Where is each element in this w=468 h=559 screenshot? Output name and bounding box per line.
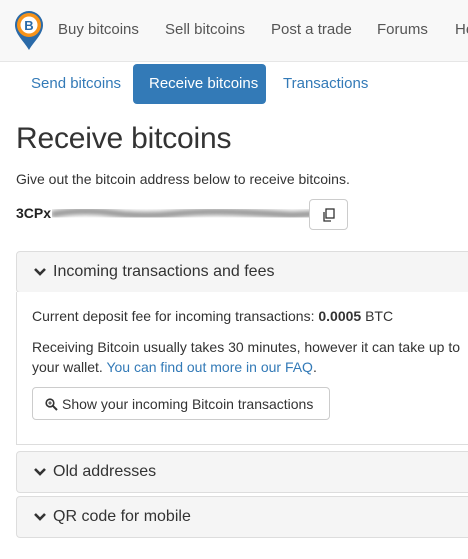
nav-buy-bitcoins[interactable]: Buy bitcoins [58,21,139,38]
copy-icon [323,208,335,222]
panel-old-addresses[interactable]: Old addresses [16,451,468,493]
chevron-down-icon [34,513,46,521]
panel-incoming-transactions[interactable]: Incoming transactions and fees [16,251,468,293]
chevron-down-icon [34,268,46,276]
tab-receive-bitcoins[interactable]: Receive bitcoins [133,64,266,104]
page-title: Receive bitcoins [16,122,232,155]
page-subtitle: Give out the bitcoin address below to re… [16,171,350,187]
tab-transactions[interactable]: Transactions [267,64,384,104]
nav-help[interactable]: He [455,21,468,38]
deposit-fee-value: 0.0005 [318,308,362,324]
panel-title: Incoming transactions and fees [53,263,275,280]
panel-qr-code[interactable]: QR code for mobile [16,496,468,538]
faq-link[interactable]: You can find out more in our FAQ [106,359,313,375]
chevron-down-icon [34,468,46,476]
nav-forums[interactable]: Forums [377,21,428,38]
show-button-label: Show your incoming Bitcoin transactions [62,396,314,412]
search-icon [45,398,58,411]
receiving-info-text-cont: your wallet. You can find out more in ou… [32,359,317,375]
nav-post-a-trade[interactable]: Post a trade [271,21,352,38]
receiving-info-text: Receiving Bitcoin usually takes 30 minut… [32,339,461,355]
bitcoin-address[interactable]: 3CPx [16,205,316,225]
panel-title: QR code for mobile [53,508,191,525]
svg-text:B: B [24,18,33,33]
address-blurred [52,207,316,219]
nav-sell-bitcoins[interactable]: Sell bitcoins [165,21,245,38]
logo-icon[interactable]: B [12,9,46,51]
copy-address-button[interactable] [309,199,348,230]
address-prefix: 3CPx [16,205,52,221]
deposit-fee-text: Current deposit fee for incoming transac… [32,308,394,324]
panel-title: Old addresses [53,463,157,480]
show-incoming-transactions-button[interactable]: Show your incoming Bitcoin transactions [32,387,330,420]
top-navbar: B Buy bitcoins Sell bitcoins Post a trad… [0,0,468,62]
tab-send-bitcoins[interactable]: Send bitcoins [15,64,137,104]
